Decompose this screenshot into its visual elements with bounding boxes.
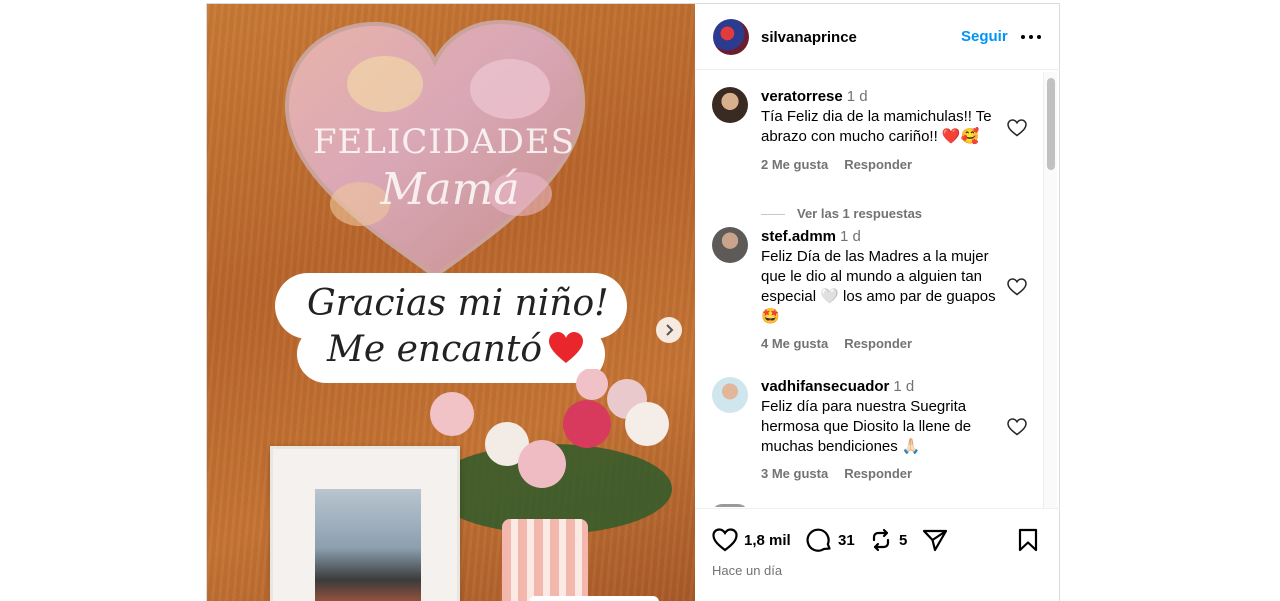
heart-outline-icon[interactable]: [1007, 278, 1027, 296]
like-action[interactable]: 1,8 mil: [712, 527, 791, 553]
commenter-username[interactable]: veratorrese: [761, 88, 843, 105]
post-actions-bar: 1,8 mil 31 5 Hace un día: [695, 508, 1060, 601]
comment-body: veratorrese 1 d Tía Feliz dia de la mamic…: [761, 87, 1006, 147]
comment-count[interactable]: 31: [838, 532, 855, 549]
send-icon: [922, 529, 948, 552]
comment-body: vadhifansecuador 1 d Feliz día para nuest…: [761, 377, 1006, 457]
next-commenter-avatar[interactable]: [712, 504, 748, 507]
repost-count[interactable]: 5: [899, 532, 907, 549]
comment-time: 1 d: [840, 228, 861, 245]
author-username[interactable]: silvanaprince: [761, 29, 857, 46]
comment-bubble-icon: [806, 528, 831, 552]
photo-frame: [270, 446, 460, 601]
caption-text-1: Gracias mi niño!: [307, 283, 609, 324]
author-avatar[interactable]: [713, 19, 749, 55]
comment-text: Feliz día para nuestra Suegrita hermosa …: [761, 398, 972, 455]
commenter-avatar[interactable]: [712, 227, 748, 263]
reply-button[interactable]: Responder: [844, 157, 912, 172]
view-replies-label: Ver las 1 respuestas: [797, 206, 923, 221]
comment-likes-count[interactable]: 4 Me gusta: [761, 336, 828, 351]
comment-action[interactable]: 31: [806, 527, 855, 553]
like-count[interactable]: 1,8 mil: [744, 532, 791, 549]
red-heart-icon: [549, 332, 584, 363]
repost-action[interactable]: 5: [869, 527, 907, 553]
repost-icon: [872, 528, 890, 552]
media-overlay-pill: [529, 596, 659, 601]
comment-time: 1 d: [846, 88, 868, 105]
commenter-username[interactable]: vadhifansecuador: [761, 378, 889, 395]
follow-button[interactable]: Seguir: [961, 28, 1008, 45]
scrollbar-thumb[interactable]: [1047, 78, 1055, 170]
comment-text: Feliz Día de las Madres a la mujer que l…: [761, 248, 996, 325]
comment-actions: 3 Me gusta Responder: [761, 466, 928, 481]
post-dialog: FELICIDADES Mamá Gracias mi niño! Me enc…: [206, 3, 1060, 601]
share-action[interactable]: [922, 527, 948, 553]
post-media[interactable]: FELICIDADES Mamá Gracias mi niño! Me enc…: [207, 4, 695, 601]
comment-likes-count[interactable]: 2 Me gusta: [761, 157, 828, 172]
flowers-bouquet: [430, 369, 672, 534]
comment-time: 1 d: [893, 378, 915, 395]
comment-body: stef.admm 1 d Feliz Día de las Madres a l…: [761, 227, 1006, 327]
comment-text: Tía Feliz dia de la mamichulas!! Te abra…: [761, 108, 992, 145]
comments-list[interactable]: veratorrese 1 d Tía Feliz dia de la mamic…: [695, 71, 1060, 507]
heart-icon: [712, 528, 738, 552]
view-replies[interactable]: Ver las 1 respuestas: [761, 206, 922, 221]
post-side-panel: silvanaprince Seguir veratorrese 1 d Tía …: [695, 4, 1060, 601]
commenter-avatar[interactable]: [712, 87, 748, 123]
commenter-username[interactable]: stef.admm: [761, 228, 836, 245]
more-horizontal-icon: [1021, 35, 1041, 39]
balloon-text-mama: Mamá: [380, 164, 520, 215]
commenter-avatar[interactable]: [712, 377, 748, 413]
comment-likes-count[interactable]: 3 Me gusta: [761, 466, 828, 481]
reply-button[interactable]: Responder: [844, 336, 912, 351]
comment-actions: 4 Me gusta Responder: [761, 336, 928, 351]
heart-outline-icon[interactable]: [1007, 418, 1027, 436]
comment-actions: 2 Me gusta Responder: [761, 157, 928, 172]
heart-outline-icon[interactable]: [1007, 119, 1027, 137]
post-timestamp[interactable]: Hace un día: [712, 563, 782, 578]
replies-divider: [761, 214, 785, 216]
post-header: silvanaprince Seguir: [695, 4, 1060, 70]
save-action[interactable]: [1017, 527, 1039, 553]
reply-button[interactable]: Responder: [844, 466, 912, 481]
caption-text-2: Me encantó: [327, 329, 543, 370]
comments-scrollbar[interactable]: [1043, 72, 1057, 509]
striped-vase: [502, 519, 588, 601]
balloon-text-felicidades: FELICIDADES: [312, 122, 576, 162]
chevron-right-icon: [666, 324, 674, 336]
bookmark-icon: [1018, 528, 1038, 552]
more-options-button[interactable]: [1019, 26, 1043, 48]
next-slide-button[interactable]: [656, 317, 682, 343]
framed-photo: [315, 489, 421, 601]
